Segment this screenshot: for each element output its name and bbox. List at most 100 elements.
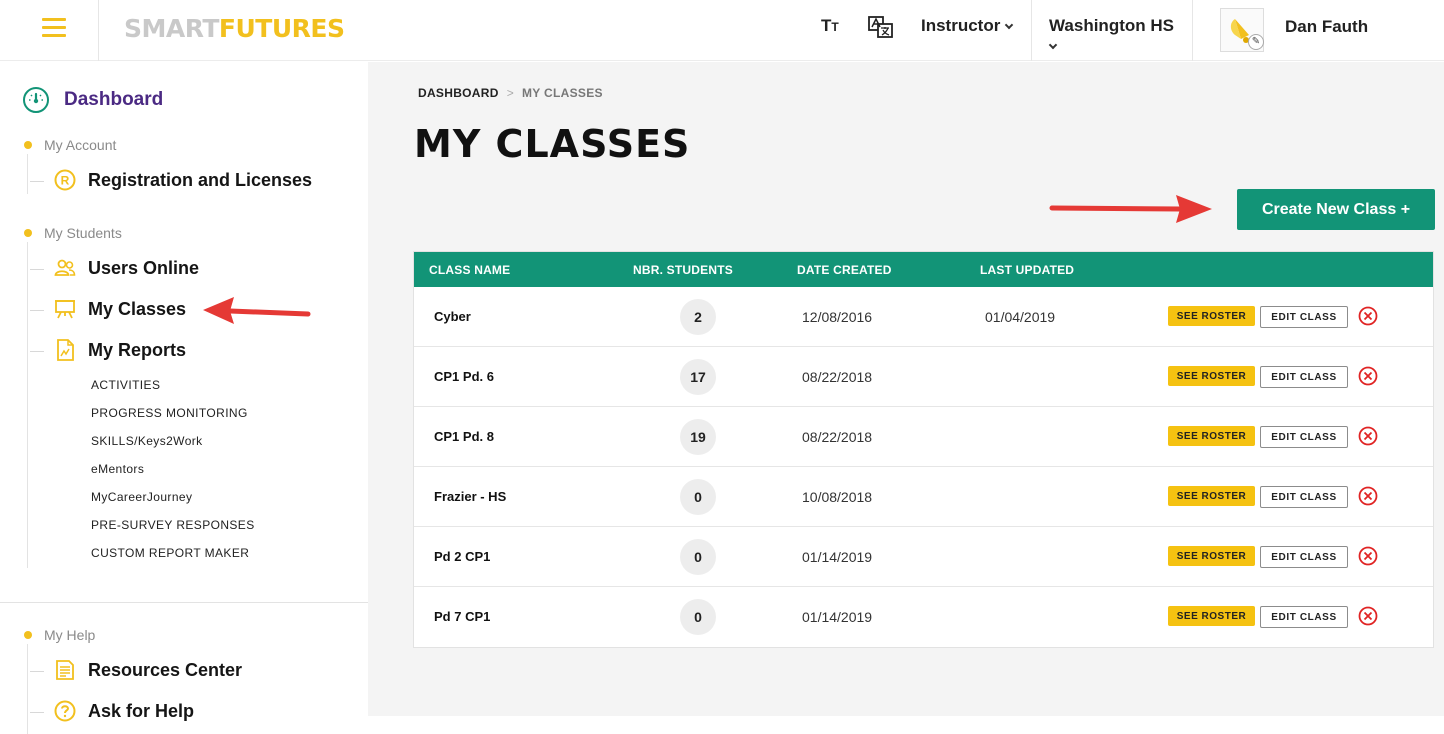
translate-icon[interactable]	[868, 16, 894, 38]
column-header-students[interactable]: NBR. STUDENTS	[633, 263, 733, 277]
question-circle-icon	[54, 700, 76, 722]
see-roster-button[interactable]: SEE ROSTER	[1168, 486, 1255, 506]
date-created: 12/08/2016	[802, 309, 873, 325]
header-divider	[1192, 0, 1193, 61]
column-header-last-updated[interactable]: LAST UPDATED	[980, 263, 1074, 277]
app-logo[interactable]: SMARTFUTURES	[124, 14, 345, 43]
create-new-class-button[interactable]: Create New Class +	[1237, 189, 1435, 230]
main-content: DASHBOARD > MY CLASSES MY CLASSES Create N…	[368, 62, 1444, 716]
chevron-down-icon[interactable]	[1048, 40, 1058, 50]
class-name: Frazier - HS	[434, 489, 507, 504]
tree-branch	[30, 351, 44, 352]
user-name[interactable]: Dan Fauth	[1285, 17, 1368, 37]
student-count-badge: 0	[680, 599, 716, 635]
table-row: Pd 7 CP1 0 01/14/2019 SEE ROSTER EDIT CL…	[414, 587, 1433, 647]
delete-icon[interactable]	[1358, 546, 1378, 566]
classes-table: CLASS NAME NBR. STUDENTS DATE CREATED LA…	[413, 251, 1434, 648]
page-title: MY CLASSES	[414, 122, 691, 166]
delete-icon[interactable]	[1358, 606, 1378, 626]
date-created: 10/08/2018	[802, 489, 873, 505]
report-link-mycareerjourney[interactable]: MyCareerJourney	[91, 490, 192, 504]
page-footer-strip	[368, 716, 1444, 734]
edit-class-button[interactable]: EDIT CLASS	[1260, 306, 1348, 328]
see-roster-button[interactable]: SEE ROSTER	[1168, 606, 1255, 626]
tree-branch	[30, 310, 44, 311]
breadcrumb-separator: >	[506, 86, 515, 100]
bullet-dot	[24, 631, 32, 639]
table-row: Frazier - HS 0 10/08/2018 SEE ROSTER EDI…	[414, 467, 1433, 527]
tree-branch	[30, 712, 44, 713]
delete-icon[interactable]	[1358, 366, 1378, 386]
breadcrumb: DASHBOARD > MY CLASSES	[418, 86, 603, 100]
tree-line	[27, 242, 28, 568]
student-count-badge: 0	[680, 539, 716, 575]
edit-class-button[interactable]: EDIT CLASS	[1260, 426, 1348, 448]
section-my-account: My Account	[24, 137, 116, 153]
header-divider	[1031, 0, 1032, 61]
breadcrumb-dashboard[interactable]: DASHBOARD	[418, 86, 499, 100]
column-header-date-created[interactable]: DATE CREATED	[797, 263, 892, 277]
see-roster-button[interactable]: SEE ROSTER	[1168, 366, 1255, 386]
report-link-custom-report-maker[interactable]: CUSTOM REPORT MAKER	[91, 546, 249, 560]
table-header: CLASS NAME NBR. STUDENTS DATE CREATED LA…	[414, 252, 1433, 287]
school-dropdown[interactable]: Washington HS	[1049, 16, 1174, 36]
sidebar-divider	[0, 602, 368, 603]
date-created: 08/22/2018	[802, 369, 873, 385]
header-divider	[98, 0, 99, 61]
table-row: CP1 Pd. 6 17 08/22/2018 SEE ROSTER EDIT …	[414, 347, 1433, 407]
student-count-badge: 17	[680, 359, 716, 395]
date-created: 08/22/2018	[802, 429, 873, 445]
sidebar-item-dashboard[interactable]: Dashboard	[22, 86, 163, 114]
section-my-students: My Students	[24, 225, 122, 241]
edit-avatar-icon[interactable]: ✎	[1248, 34, 1264, 50]
presentation-board-icon	[55, 300, 75, 319]
date-created: 01/14/2019	[802, 609, 873, 625]
class-name: CP1 Pd. 8	[434, 429, 494, 444]
report-link-activities[interactable]: ACTIVITIES	[91, 378, 160, 392]
users-icon	[54, 259, 76, 276]
tree-branch	[30, 181, 44, 182]
table-row: CP1 Pd. 8 19 08/22/2018 SEE ROSTER EDIT …	[414, 407, 1433, 467]
delete-icon[interactable]	[1358, 306, 1378, 326]
tree-line	[27, 154, 28, 194]
svg-text:R: R	[61, 174, 70, 188]
tree-line	[27, 644, 28, 734]
annotation-arrow-icon	[1049, 195, 1212, 223]
class-name: Pd 7 CP1	[434, 609, 491, 624]
student-count-badge: 2	[680, 299, 716, 335]
see-roster-button[interactable]: SEE ROSTER	[1168, 546, 1255, 566]
class-name: Cyber	[434, 309, 471, 324]
sidebar: Dashboard My Account R Registration and …	[0, 62, 368, 734]
date-created: 01/14/2019	[802, 549, 873, 565]
delete-icon[interactable]	[1358, 426, 1378, 446]
report-link-ementors[interactable]: eMentors	[91, 462, 144, 476]
breadcrumb-current: MY CLASSES	[522, 86, 603, 100]
text-size-icon[interactable]: TT	[821, 16, 839, 36]
report-link-progress-monitoring[interactable]: PROGRESS MONITORING	[91, 406, 248, 420]
report-link-skills[interactable]: SKILLS/Keys2Work	[91, 434, 203, 448]
column-header-class-name[interactable]: CLASS NAME	[429, 263, 510, 277]
document-icon	[56, 660, 74, 680]
table-row: Cyber 2 12/08/2016 01/04/2019 SEE ROSTER…	[414, 287, 1433, 347]
report-link-pre-survey[interactable]: PRE-SURVEY RESPONSES	[91, 518, 255, 532]
edit-class-button[interactable]: EDIT CLASS	[1260, 486, 1348, 508]
menu-icon[interactable]	[42, 18, 66, 38]
last-updated: 01/04/2019	[985, 309, 1056, 325]
annotation-arrow-icon	[203, 297, 311, 324]
section-my-help: My Help	[24, 627, 95, 643]
registered-icon: R	[54, 169, 76, 191]
student-count-badge: 19	[680, 419, 716, 455]
edit-class-button[interactable]: EDIT CLASS	[1260, 366, 1348, 388]
bullet-dot	[24, 229, 32, 237]
table-row: Pd 2 CP1 0 01/14/2019 SEE ROSTER EDIT CL…	[414, 527, 1433, 587]
role-dropdown[interactable]: Instructor	[921, 16, 1014, 36]
bullet-dot	[24, 141, 32, 149]
top-header: SMARTFUTURES TT Instructor Washington HS…	[0, 0, 1444, 61]
see-roster-button[interactable]: SEE ROSTER	[1168, 426, 1255, 446]
see-roster-button[interactable]: SEE ROSTER	[1168, 306, 1255, 326]
delete-icon[interactable]	[1358, 486, 1378, 506]
class-name: Pd 2 CP1	[434, 549, 491, 564]
edit-class-button[interactable]: EDIT CLASS	[1260, 546, 1348, 568]
chevron-down-icon	[1005, 20, 1014, 30]
edit-class-button[interactable]: EDIT CLASS	[1260, 606, 1348, 628]
